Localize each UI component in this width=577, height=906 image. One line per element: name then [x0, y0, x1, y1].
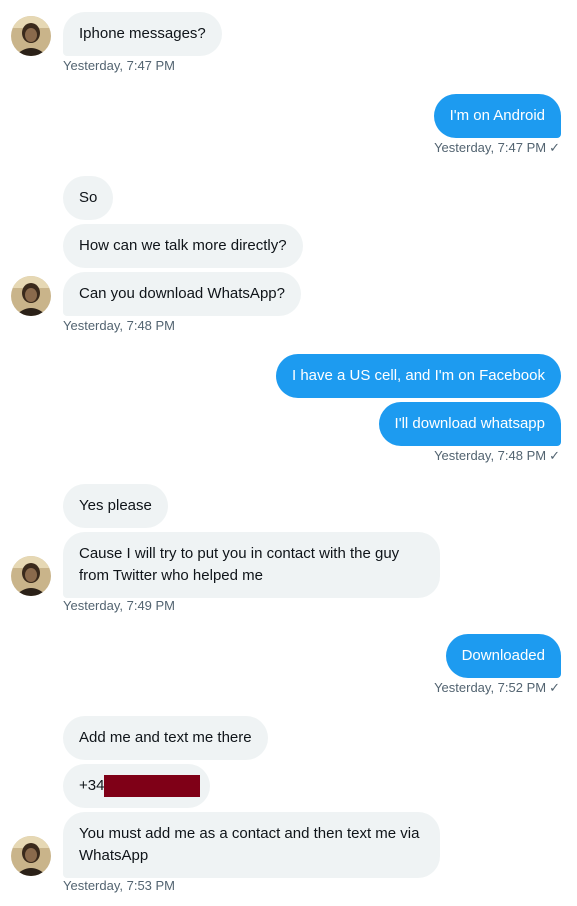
- message-timestamp: Yesterday, 7:47 PM: [63, 58, 176, 73]
- avatar-photo-icon: [11, 836, 51, 876]
- phone-number-prefix: +34: [79, 777, 105, 794]
- message-text: You must add me as a contact and then te…: [79, 825, 420, 864]
- message-text: Downloaded: [461, 647, 545, 664]
- incoming-message[interactable]: Add me and text me there: [63, 716, 268, 760]
- incoming-message[interactable]: +34: [63, 764, 210, 808]
- message-text: Can you download WhatsApp?: [79, 285, 285, 302]
- message-timestamp: Yesterday, 7:52 PM ✓: [434, 680, 560, 696]
- incoming-message[interactable]: So: [63, 176, 114, 220]
- user-avatar[interactable]: [11, 556, 51, 596]
- avatar-photo-icon: [11, 556, 51, 596]
- message-timestamp: Yesterday, 7:48 PM ✓: [434, 448, 560, 464]
- avatar-photo-icon: [11, 16, 51, 56]
- timestamp-text: Yesterday, 7:48 PM: [434, 448, 547, 463]
- message-timestamp: Yesterday, 7:53 PM: [63, 878, 176, 893]
- message-text: I'm on Android: [449, 107, 545, 124]
- timestamp-text: Yesterday, 7:52 PM: [434, 680, 547, 695]
- message-text: Add me and text me there: [79, 729, 252, 746]
- message-timestamp: Yesterday, 7:47 PM ✓: [434, 140, 560, 156]
- checkmark-icon: ✓: [549, 140, 560, 155]
- message-timestamp: Yesterday, 7:48 PM: [63, 318, 176, 333]
- checkmark-icon: ✓: [549, 448, 560, 463]
- redaction-block: [104, 775, 201, 797]
- incoming-message[interactable]: Can you download WhatsApp?: [63, 272, 301, 316]
- incoming-message[interactable]: Cause I will try to put you in contact w…: [63, 532, 440, 598]
- user-avatar[interactable]: [11, 836, 51, 876]
- message-text: So: [79, 189, 98, 206]
- incoming-message[interactable]: How can we talk more directly?: [63, 224, 303, 268]
- avatar-photo-icon: [11, 276, 51, 316]
- outgoing-message[interactable]: Downloaded: [445, 634, 561, 678]
- message-text: How can we talk more directly?: [79, 237, 287, 254]
- message-timestamp: Yesterday, 7:49 PM: [63, 598, 176, 613]
- message-text: Yes please: [79, 497, 152, 514]
- message-text: Cause I will try to put you in contact w…: [79, 545, 400, 584]
- message-text: I have a US cell, and I'm on Facebook: [291, 367, 545, 384]
- outgoing-message[interactable]: I'm on Android: [433, 94, 561, 138]
- user-avatar[interactable]: [11, 16, 51, 56]
- incoming-message[interactable]: Iphone messages?: [63, 12, 222, 56]
- message-text: Iphone messages?: [79, 25, 206, 42]
- incoming-message[interactable]: You must add me as a contact and then te…: [63, 812, 440, 878]
- conversation-thread: Iphone messages? Yesterday, 7:47 PM I'm …: [0, 0, 577, 906]
- incoming-message[interactable]: Yes please: [63, 484, 168, 528]
- user-avatar[interactable]: [11, 276, 51, 316]
- outgoing-message[interactable]: I'll download whatsapp: [378, 402, 561, 446]
- checkmark-icon: ✓: [549, 680, 560, 695]
- timestamp-text: Yesterday, 7:47 PM: [434, 140, 547, 155]
- message-text: I'll download whatsapp: [394, 415, 545, 432]
- outgoing-message[interactable]: I have a US cell, and I'm on Facebook: [275, 354, 561, 398]
